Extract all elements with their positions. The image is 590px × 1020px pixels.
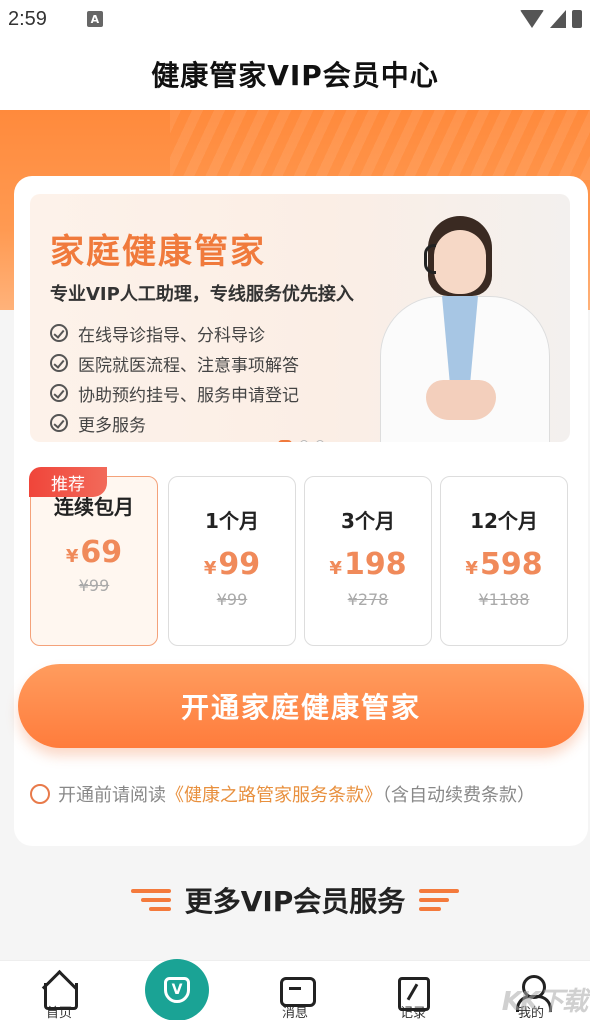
page-title: 健康管家VIP会员中心 xyxy=(151,59,439,92)
watermark: KK下载 xyxy=(501,987,588,1017)
decorative-stripes xyxy=(170,110,590,180)
plan-option-1-month[interactable]: 1个月 ¥99 ¥99 xyxy=(168,476,296,646)
notification-icon: A xyxy=(86,11,103,27)
plan-option-12-months[interactable]: 12个月 ¥598 ¥1188 xyxy=(440,476,568,646)
status-time: 2:59 xyxy=(8,7,47,30)
nav-item-vip[interactable]: V xyxy=(132,959,222,1020)
check-circle-icon xyxy=(50,384,68,402)
pager-dot[interactable] xyxy=(316,440,324,442)
message-icon xyxy=(277,973,316,1007)
plan-name: 3个月 xyxy=(341,509,395,533)
nav-item-records[interactable]: 记录 xyxy=(368,961,458,1020)
health-assistant-illustration xyxy=(330,204,570,442)
plan-price: ¥598 xyxy=(465,547,543,582)
feature-item: 在线导诊指导、分科导诊 xyxy=(50,318,299,348)
agreement-prefix: 开通前请阅读 xyxy=(58,785,166,806)
pager-dot[interactable] xyxy=(300,440,308,442)
heading-decoration-right xyxy=(419,889,460,911)
plan-price: ¥198 xyxy=(329,547,407,582)
feature-text: 更多服务 xyxy=(78,415,146,436)
banner-subtitle: 专业VIP人工助理，专线服务优先接入 xyxy=(50,284,354,305)
agreement-suffix: （含自动续费条款） xyxy=(382,785,535,806)
status-bar: 2:59 A xyxy=(0,0,590,38)
plan-original-price: ¥1188 xyxy=(478,590,530,609)
nav-item-messages[interactable]: 消息 xyxy=(250,961,340,1020)
recommended-badge: 推荐 xyxy=(29,467,107,497)
plan-original-price: ¥99 xyxy=(216,590,248,609)
plan-price: ¥99 xyxy=(203,547,261,582)
record-icon xyxy=(395,973,431,1011)
nav-item-home[interactable]: 首页 xyxy=(14,961,104,1020)
plan-name: 12个月 xyxy=(470,509,538,533)
banner-title: 家庭健康管家 xyxy=(50,232,266,272)
plan-original-price: ¥99 xyxy=(78,576,110,595)
status-icons xyxy=(520,10,582,28)
check-circle-icon xyxy=(50,414,68,432)
terms-link[interactable]: 《健康之路管家服务条款》 xyxy=(166,785,382,806)
plan-option-monthly[interactable]: 推荐 连续包月 ¥69 ¥99 xyxy=(29,467,158,646)
home-icon xyxy=(41,973,78,1010)
battery-icon xyxy=(572,10,582,28)
plan-option-3-months[interactable]: 3个月 ¥198 ¥278 xyxy=(304,476,432,646)
feature-item: 协助预约挂号、服务申请登记 xyxy=(50,378,299,408)
banner-pager xyxy=(278,440,324,442)
signal-icon xyxy=(550,10,566,28)
section-heading: 更多VIP会员服务 xyxy=(0,878,590,922)
feature-text: 协助预约挂号、服务申请登记 xyxy=(78,385,299,406)
page-header: 健康管家VIP会员中心 xyxy=(0,38,590,110)
feature-text: 医院就医流程、注意事项解答 xyxy=(78,355,299,376)
check-circle-icon xyxy=(50,324,68,342)
feature-list: 在线导诊指导、分科导诊 医院就医流程、注意事项解答 协助预约挂号、服务申请登记 … xyxy=(50,318,299,438)
check-circle-icon xyxy=(50,354,68,372)
feature-item: 更多服务 xyxy=(50,408,299,438)
subscribe-button[interactable]: 开通家庭健康管家 xyxy=(18,664,584,748)
wifi-icon xyxy=(520,10,544,28)
agreement-row: 开通前请阅读《健康之路管家服务条款》（含自动续费条款） xyxy=(30,780,570,812)
plan-price: ¥69 xyxy=(65,535,123,570)
headset-icon xyxy=(424,244,436,274)
feature-text: 在线导诊指导、分科导诊 xyxy=(78,325,265,346)
heading-decoration-left xyxy=(130,889,171,911)
section-title: 更多VIP会员服务 xyxy=(184,885,406,918)
plan-name: 1个月 xyxy=(205,509,259,533)
agreement-checkbox[interactable] xyxy=(30,784,50,804)
plan-original-price: ¥278 xyxy=(347,590,389,609)
pager-dot-active[interactable] xyxy=(278,440,292,442)
vip-shield-icon: V xyxy=(145,959,209,1020)
feature-item: 医院就医流程、注意事项解答 xyxy=(50,348,299,378)
promo-banner[interactable]: 家庭健康管家 专业VIP人工助理，专线服务优先接入 在线导诊指导、分科导诊 医院… xyxy=(30,194,570,442)
